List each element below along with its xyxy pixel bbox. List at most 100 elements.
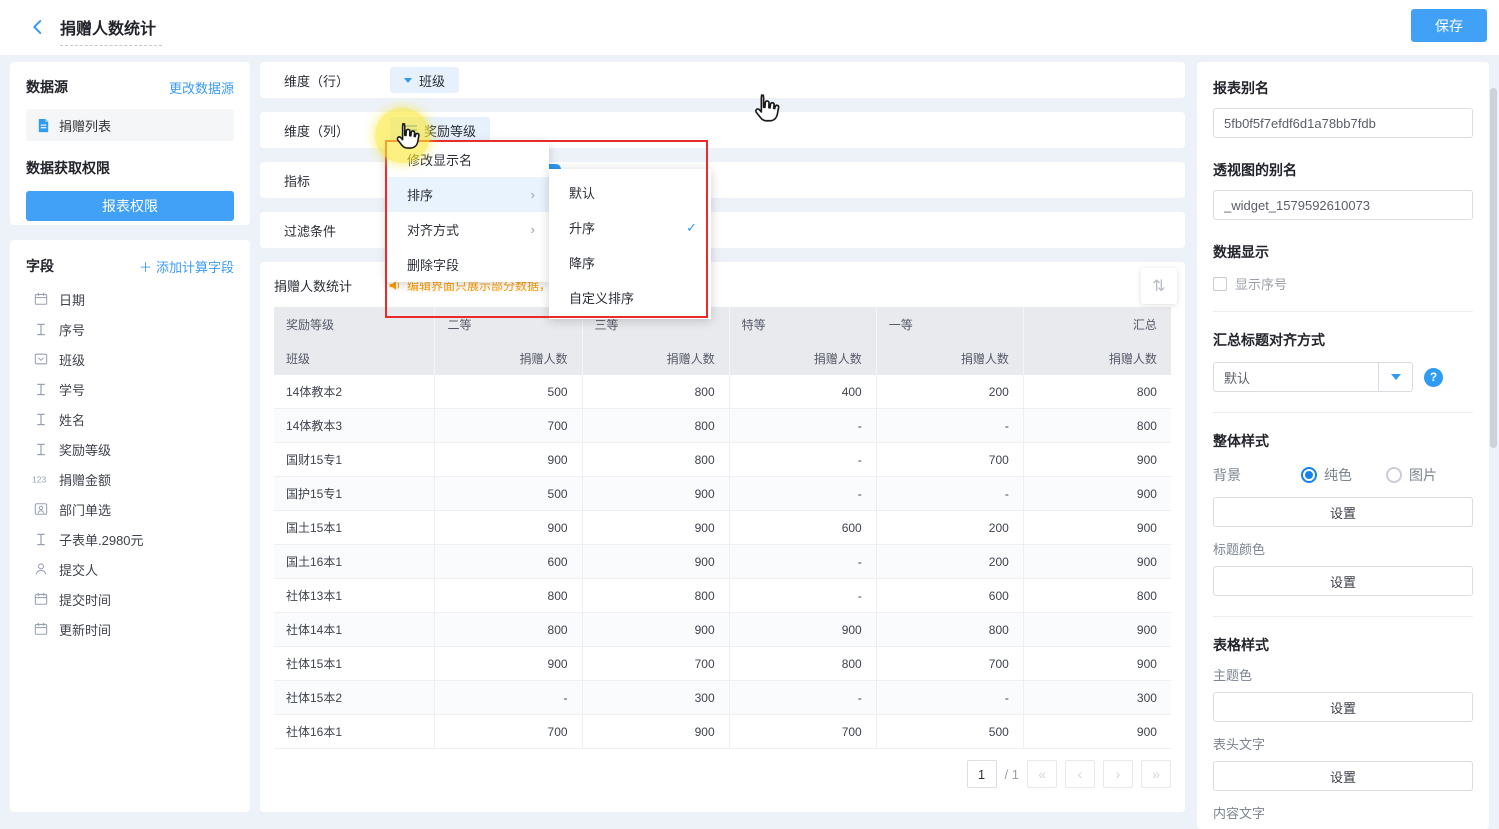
pivot-alias-input[interactable] bbox=[1213, 190, 1473, 220]
theme-color-setting-button[interactable]: 设置 bbox=[1213, 692, 1473, 722]
field-item-更新时间[interactable]: 更新时间 bbox=[26, 614, 234, 644]
submenu-item-升序[interactable]: 升序✓ bbox=[549, 210, 711, 245]
value-cell: 700 bbox=[435, 409, 582, 442]
fields-panel: 字段 ＋ 添加计算字段 日期序号班级学号姓名奖励等级123捐赠金额部门单选子表单… bbox=[10, 240, 250, 812]
last-page-icon[interactable]: » bbox=[1141, 760, 1171, 788]
row-name-cell: 14体教本2 bbox=[274, 375, 435, 408]
field-item-子表单.2980元[interactable]: 子表单.2980元 bbox=[26, 524, 234, 554]
table-row: 14体教本3700800--800 bbox=[274, 409, 1171, 443]
background-label: 背景 bbox=[1213, 465, 1241, 485]
table-style-label: 表格样式 bbox=[1213, 635, 1473, 655]
swap-sort-icon[interactable]: ⇅ bbox=[1141, 268, 1177, 304]
row-header-cell: 班级 bbox=[274, 341, 435, 375]
title-color-setting-button[interactable]: 设置 bbox=[1213, 566, 1473, 596]
field-item-日期[interactable]: 日期 bbox=[26, 284, 234, 314]
value-cell: - bbox=[877, 477, 1024, 510]
number-icon: 123 bbox=[32, 473, 49, 485]
change-datasource-link[interactable]: 更改数据源 bbox=[169, 78, 234, 97]
col-dimension-tag[interactable]: 奖励等级 bbox=[390, 117, 490, 143]
submenu-item-默认[interactable]: 默认 bbox=[549, 175, 711, 210]
summary-align-select[interactable]: 默认 bbox=[1213, 362, 1413, 392]
pivot-alias-label: 透视图的别名 bbox=[1213, 160, 1473, 180]
value-cell: 800 bbox=[583, 579, 730, 612]
value-cell: 800 bbox=[730, 647, 877, 680]
text-icon bbox=[32, 533, 49, 546]
field-item-提交人[interactable]: 提交人 bbox=[26, 554, 234, 584]
pivot-table-title: 捐赠人数统计 bbox=[274, 276, 352, 295]
submenu-item-label: 自定义排序 bbox=[569, 288, 634, 307]
first-page-icon[interactable]: « bbox=[1027, 760, 1057, 788]
menu-item-修改显示名[interactable]: 修改显示名 bbox=[387, 142, 549, 177]
menu-item-删除字段[interactable]: 删除字段 bbox=[387, 247, 549, 282]
field-item-姓名[interactable]: 姓名 bbox=[26, 404, 234, 434]
field-item-序号[interactable]: 序号 bbox=[26, 314, 234, 344]
overall-style-label: 整体样式 bbox=[1213, 431, 1473, 451]
member-icon bbox=[32, 562, 49, 576]
value-cell: 900 bbox=[1024, 545, 1171, 578]
sort-submenu: 默认升序✓ 降序自定义排序 bbox=[549, 169, 711, 319]
value-cell: 500 bbox=[435, 375, 582, 408]
column-group-header: 特等 bbox=[730, 307, 877, 341]
menu-item-对齐方式[interactable]: 对齐方式› bbox=[387, 212, 549, 247]
bg-image-label: 图片 bbox=[1409, 465, 1437, 485]
next-page-icon[interactable]: › bbox=[1103, 760, 1133, 788]
row-name-cell: 14体教本3 bbox=[274, 409, 435, 442]
report-permission-button[interactable]: 报表权限 bbox=[26, 191, 234, 221]
report-alias-input[interactable] bbox=[1213, 108, 1473, 138]
value-cell: - bbox=[730, 477, 877, 510]
value-cell: 800 bbox=[435, 613, 582, 646]
col-dimension-tag-label: 奖励等级 bbox=[424, 121, 476, 140]
measure-header-cell: 捐赠人数 bbox=[1024, 341, 1171, 375]
back-icon[interactable] bbox=[26, 15, 50, 39]
save-button[interactable]: 保存 bbox=[1411, 9, 1487, 42]
checkbox-icon[interactable] bbox=[1213, 277, 1227, 291]
title-color-label: 标题颜色 bbox=[1213, 539, 1473, 558]
table-row: 国财15专1900800-700900 bbox=[274, 443, 1171, 477]
row-name-cell: 国土15本1 bbox=[274, 511, 435, 544]
submenu-item-label: 降序 bbox=[569, 253, 595, 272]
submenu-item-降序[interactable]: 降序 bbox=[549, 245, 711, 280]
help-icon[interactable]: ? bbox=[1424, 368, 1443, 387]
divider bbox=[1213, 616, 1473, 617]
corner-header-cell: 奖励等级 bbox=[274, 307, 435, 341]
field-item-部门单选[interactable]: 部门单选 bbox=[26, 494, 234, 524]
menu-item-label: 排序 bbox=[407, 185, 433, 204]
menu-item-排序[interactable]: 排序› bbox=[387, 177, 549, 212]
page-scrollbar[interactable] bbox=[1490, 88, 1497, 448]
submenu-item-自定义排序[interactable]: 自定义排序 bbox=[549, 280, 711, 315]
bg-solid-label: 纯色 bbox=[1324, 465, 1352, 485]
top-bar: 捐赠人数统计 保存 bbox=[0, 0, 1499, 55]
background-setting-button[interactable]: 设置 bbox=[1213, 497, 1473, 527]
field-item-提交时间[interactable]: 提交时间 bbox=[26, 584, 234, 614]
value-cell: 800 bbox=[1024, 409, 1171, 442]
datasource-item[interactable]: 捐赠列表 bbox=[26, 109, 234, 141]
value-cell: 800 bbox=[1024, 579, 1171, 612]
row-dimension-tag[interactable]: 班级 bbox=[390, 67, 459, 93]
show-index-checkbox-row[interactable]: 显示序号 bbox=[1213, 274, 1473, 293]
svg-text:123: 123 bbox=[32, 474, 46, 484]
header-text-label: 表头文字 bbox=[1213, 734, 1473, 753]
field-item-捐赠金额[interactable]: 123 捐赠金额 bbox=[26, 464, 234, 494]
divider bbox=[1213, 311, 1473, 312]
value-cell: 400 bbox=[730, 375, 877, 408]
submenu-arrow-icon: › bbox=[531, 222, 535, 237]
field-label: 提交时间 bbox=[59, 590, 111, 609]
field-item-奖励等级[interactable]: 奖励等级 bbox=[26, 434, 234, 464]
field-item-班级[interactable]: 班级 bbox=[26, 344, 234, 374]
calendar-icon bbox=[32, 592, 49, 606]
measure-header-cell: 捐赠人数 bbox=[877, 341, 1024, 375]
table-row: 社体16本1700900700500900 bbox=[274, 715, 1171, 749]
summary-align-value: 默认 bbox=[1214, 363, 1378, 391]
field-label: 捐赠金额 bbox=[59, 470, 111, 489]
prev-page-icon[interactable]: ‹ bbox=[1065, 760, 1095, 788]
bg-solid-radio[interactable]: 纯色 bbox=[1301, 465, 1352, 485]
value-cell: 300 bbox=[1024, 681, 1171, 714]
header-text-setting-button[interactable]: 设置 bbox=[1213, 761, 1473, 791]
column-group-header: 一等 bbox=[877, 307, 1024, 341]
bg-image-radio[interactable]: 图片 bbox=[1386, 465, 1437, 485]
field-item-学号[interactable]: 学号 bbox=[26, 374, 234, 404]
page-number-input[interactable]: 1 bbox=[967, 760, 997, 788]
report-designer-page: { "colors": { "accent": "#3b9cf5", "warn… bbox=[0, 0, 1499, 829]
text-icon bbox=[32, 323, 49, 336]
add-calc-field-link[interactable]: ＋ 添加计算字段 bbox=[139, 257, 234, 276]
